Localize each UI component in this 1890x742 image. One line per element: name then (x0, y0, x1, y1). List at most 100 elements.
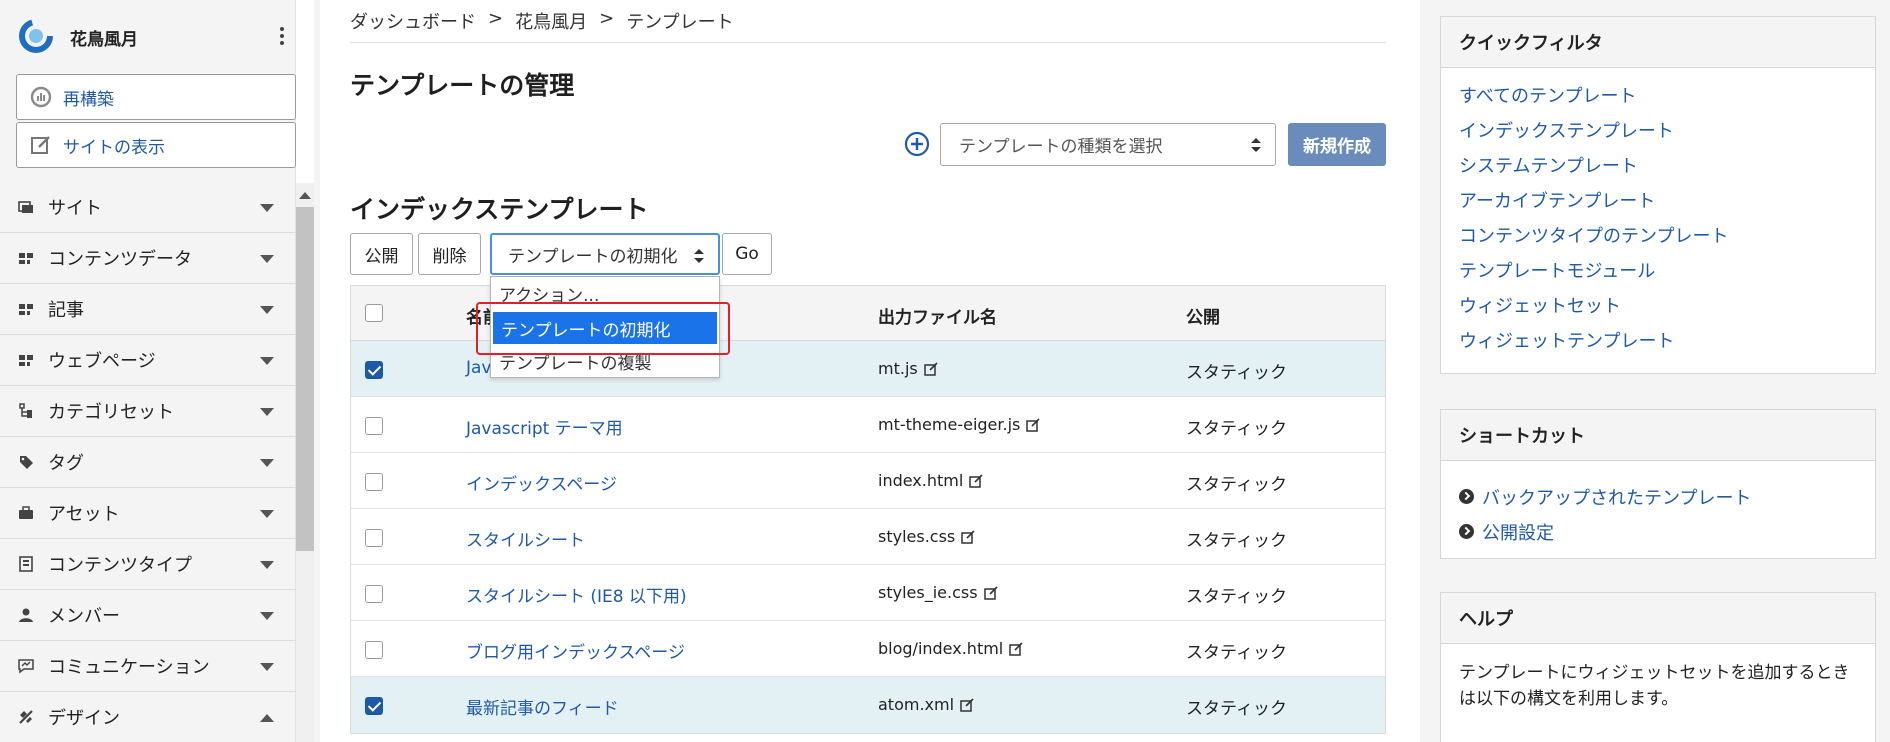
help-panel: ヘルプ テンプレートにウィジェットセットを追加するときは以下の構文を利用します。 (1440, 592, 1876, 742)
external-link-icon[interactable] (969, 473, 983, 488)
action-select-value: テンプレートの初期化 (508, 246, 678, 267)
row-checkbox[interactable] (365, 641, 383, 659)
filter-archive-templates[interactable]: アーカイブテンプレート (1459, 187, 1875, 222)
chevron-down-icon[interactable] (260, 510, 274, 518)
breadcrumb-separator: > (599, 8, 615, 29)
external-link-icon[interactable] (1009, 641, 1023, 656)
chevron-down-icon[interactable] (260, 459, 274, 467)
external-link-icon[interactable] (961, 529, 975, 544)
sidebar-item-entries[interactable]: 記事 (0, 284, 296, 335)
member-icon (18, 607, 34, 623)
chevron-down-icon[interactable] (260, 663, 274, 671)
chevron-down-icon[interactable] (260, 612, 274, 620)
chevron-down-icon[interactable] (260, 204, 274, 212)
chevron-down-icon[interactable] (260, 561, 274, 569)
row-checkbox[interactable] (365, 473, 383, 491)
select-all-checkbox[interactable] (365, 304, 383, 322)
section-title: インデックステンプレート (350, 195, 649, 224)
chevron-up-icon[interactable] (260, 714, 274, 722)
page-title: テンプレートの管理 (350, 71, 575, 100)
template-name-link[interactable]: スタイルシート (IE8 以下用) (466, 582, 687, 607)
external-link-icon[interactable] (923, 361, 938, 376)
sidebar-item-category-set[interactable]: カテゴリセット (0, 386, 296, 437)
filter-index-templates[interactable]: インデックステンプレート (1459, 117, 1875, 152)
row-checkbox[interactable] (365, 417, 383, 435)
template-name-link[interactable]: ブログ用インデックスページ (466, 638, 685, 663)
sidebar-item-content-type[interactable]: コンテンツタイプ (0, 539, 296, 590)
filter-widget-templates[interactable]: ウィジェットテンプレート (1459, 327, 1875, 362)
add-circle-icon[interactable] (904, 131, 930, 157)
sidebar-item-design[interactable]: デザイン (0, 692, 296, 742)
sidebar-item-member[interactable]: メンバー (0, 590, 296, 641)
breadcrumb-separator: > (488, 8, 504, 29)
output-file: styles_ie.css (878, 583, 998, 602)
sidebar-item-tag[interactable]: タグ (0, 437, 296, 488)
filter-all-templates[interactable]: すべてのテンプレート (1459, 82, 1875, 117)
filter-widget-sets[interactable]: ウィジェットセット (1459, 292, 1875, 327)
dropdown-option-duplicate-template[interactable]: テンプレートの複製 (491, 345, 719, 377)
sidebar-item-communication[interactable]: コミュニケーション (0, 641, 296, 692)
template-type-select[interactable]: テンプレートの種類を選択 (940, 123, 1276, 166)
chevron-down-icon[interactable] (260, 306, 274, 314)
category-set-icon (18, 403, 34, 419)
output-file: styles.css (878, 527, 975, 546)
publish-button[interactable]: 公開 (350, 233, 413, 275)
row-checkbox[interactable] (365, 585, 383, 603)
site-logo-icon (19, 19, 53, 53)
external-link-icon[interactable] (960, 697, 974, 712)
publish-type: スタティック (1186, 363, 1287, 383)
template-name-link[interactable]: 最新記事のフィード (466, 694, 619, 719)
tag-icon (18, 454, 34, 470)
filter-system-templates[interactable]: システムテンプレート (1459, 152, 1875, 187)
webpages-icon (18, 352, 34, 368)
output-file: blog/index.html (878, 639, 1023, 658)
output-file: index.html (878, 471, 983, 490)
template-name-link[interactable]: Javascript テーマ用 (466, 414, 623, 439)
content-type-icon (18, 556, 34, 572)
row-checkbox[interactable] (365, 697, 383, 715)
site-name: 花鳥風月 (70, 30, 138, 50)
shortcut-backup-templates[interactable]: バックアップされたテンプレート (1459, 479, 1875, 514)
template-name-link[interactable]: スタイルシート (466, 526, 585, 551)
chevron-down-icon[interactable] (260, 357, 274, 365)
shortcut-publish-settings[interactable]: 公開設定 (1459, 514, 1875, 549)
sidebar-item-assets[interactable]: アセット (0, 488, 296, 539)
edit-external-icon (29, 133, 53, 157)
new-template-button[interactable]: 新規作成 (1288, 123, 1386, 166)
sidebar-item-site[interactable]: サイト (0, 182, 296, 233)
site-icon (18, 199, 34, 215)
external-link-icon[interactable] (983, 585, 998, 600)
breadcrumb-site[interactable]: 花鳥風月 (515, 8, 587, 34)
scroll-up-arrow-icon[interactable] (296, 186, 314, 204)
sidebar-item-webpages[interactable]: ウェブページ (0, 335, 296, 386)
more-menu-icon[interactable] (274, 24, 290, 50)
filter-template-modules[interactable]: テンプレートモジュール (1459, 257, 1875, 292)
dropdown-option-reset-template[interactable]: テンプレートの初期化 (493, 312, 717, 344)
help-text: テンプレートにウィジェットセットを追加するときは以下の構文を利用します。 (1459, 663, 1850, 709)
brand-header: 花鳥風月 (0, 0, 296, 72)
filter-content-type-templates[interactable]: コンテンツタイプのテンプレート (1459, 222, 1875, 257)
output-file: mt.js (878, 359, 938, 378)
row-checkbox[interactable] (365, 529, 383, 547)
column-header-output-file[interactable]: 出力ファイル名 (878, 303, 997, 328)
sidebar: 花鳥風月 再構築 サイトの表示 サイト コンテンツデータ 記事 ウェブページ カ… (0, 0, 296, 742)
view-site-button[interactable]: サイトの表示 (16, 122, 296, 168)
sidebar-item-content-data[interactable]: コンテンツデータ (0, 233, 296, 284)
select-arrows-icon (1251, 138, 1261, 152)
chevron-down-icon[interactable] (260, 408, 274, 416)
go-button[interactable]: Go (722, 233, 772, 275)
chevron-down-icon[interactable] (260, 255, 274, 263)
output-file: atom.xml (878, 695, 974, 714)
action-select[interactable]: テンプレートの初期化 (490, 233, 720, 275)
delete-button[interactable]: 削除 (418, 233, 481, 275)
dropdown-option-action[interactable]: アクション... (491, 277, 719, 309)
breadcrumb: ダッシュボード > 花鳥風月 > テンプレート (350, 8, 734, 34)
template-name-link[interactable]: インデックスページ (466, 470, 617, 495)
sidebar-scrollbar-thumb[interactable] (296, 207, 314, 551)
template-type-select-value: テンプレートの種類を選択 (959, 137, 1163, 157)
breadcrumb-dashboard[interactable]: ダッシュボード (350, 8, 476, 34)
external-link-icon[interactable] (1026, 417, 1040, 432)
column-header-publish[interactable]: 公開 (1186, 303, 1220, 328)
row-checkbox[interactable] (365, 361, 383, 379)
rebuild-button[interactable]: 再構築 (16, 74, 296, 120)
